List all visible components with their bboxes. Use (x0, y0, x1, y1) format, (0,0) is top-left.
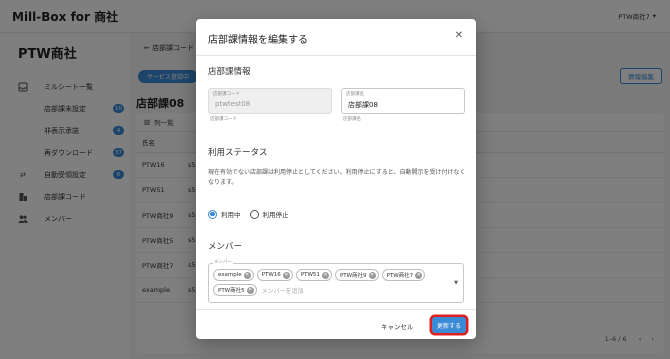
chip-label: PTW商社9 (339, 273, 367, 279)
close-icon[interactable]: ✕ (243, 271, 251, 279)
section-status: 利用ステータス (208, 148, 268, 158)
dept-code-field: 店部課コード ptwtest08 (208, 88, 332, 114)
close-icon[interactable]: ✕ (415, 271, 423, 279)
close-icon[interactable]: ✕ (368, 271, 376, 279)
chip-label: PTW51 (300, 272, 320, 278)
member-chip: PTW商社9 ✕ (334, 269, 379, 281)
close-icon[interactable]: ✕ (455, 30, 463, 41)
status-radio-group: 利用中 利用停止 (208, 209, 289, 219)
radio-active-label[interactable]: 利用中 (221, 209, 241, 219)
status-description: 現在有効でない店部課は利用停止としてください。利用停止にすると、自動開示を受け付… (208, 169, 466, 186)
member-chip: PTW商社7 ✕ (381, 269, 426, 281)
member-chips: example ✕ PTW16 ✕ PTW51 ✕ PTW商社9 ✕ PTW商社7 ✕ P… (213, 269, 447, 296)
helper-text: 店部課コード (210, 117, 237, 122)
dropdown-arrow-icon[interactable]: ▼ (454, 280, 458, 286)
member-chip: example ✕ (213, 269, 254, 281)
close-icon[interactable]: ✕ (246, 286, 254, 294)
close-icon[interactable]: ✕ (282, 271, 290, 279)
update-button[interactable]: 更新する (432, 317, 466, 333)
member-chip: PTW16 ✕ (256, 269, 293, 281)
radio-stopped[interactable] (249, 209, 259, 219)
helper-text: 店部課名 (343, 117, 361, 122)
field-label: メンバー (213, 259, 233, 265)
section-members: メンバー (208, 242, 243, 252)
members-input[interactable]: メンバーを追加 (262, 284, 304, 296)
field-label: 店部課コード (213, 92, 240, 97)
divider (196, 309, 476, 310)
member-chip: PTW51 ✕ (295, 269, 332, 281)
chip-label: example (218, 272, 242, 278)
divider (196, 55, 476, 56)
dialog-title: 店部課情報を編集する (208, 35, 308, 46)
dept-code-value: ptwtest08 (215, 100, 251, 108)
field-label: 店部課名 (346, 92, 364, 97)
cancel-button[interactable]: キャンセル (381, 321, 414, 331)
chip-label: PTW商社7 (386, 273, 414, 279)
members-select[interactable]: メンバー example ✕ PTW16 ✕ PTW51 ✕ PTW商社9 ✕ PTW商… (208, 259, 464, 303)
dept-name-field[interactable]: 店部課名 店部課08 (341, 88, 465, 114)
edit-dept-dialog: 店部課情報を編集する ✕ 店部課情報 店部課コード ptwtest08 店部課コ… (196, 19, 476, 339)
radio-active[interactable] (208, 209, 217, 219)
chip-label: PTW商社5 (218, 288, 245, 294)
chip-label: PTW16 (261, 272, 281, 278)
section-dept-info: 店部課情報 (208, 67, 251, 77)
member-chip: PTW商社5 ✕ (213, 284, 257, 296)
dept-name-value: 店部課08 (348, 101, 378, 109)
close-icon[interactable]: ✕ (321, 271, 329, 279)
radio-stopped-label[interactable]: 利用停止 (263, 209, 289, 219)
